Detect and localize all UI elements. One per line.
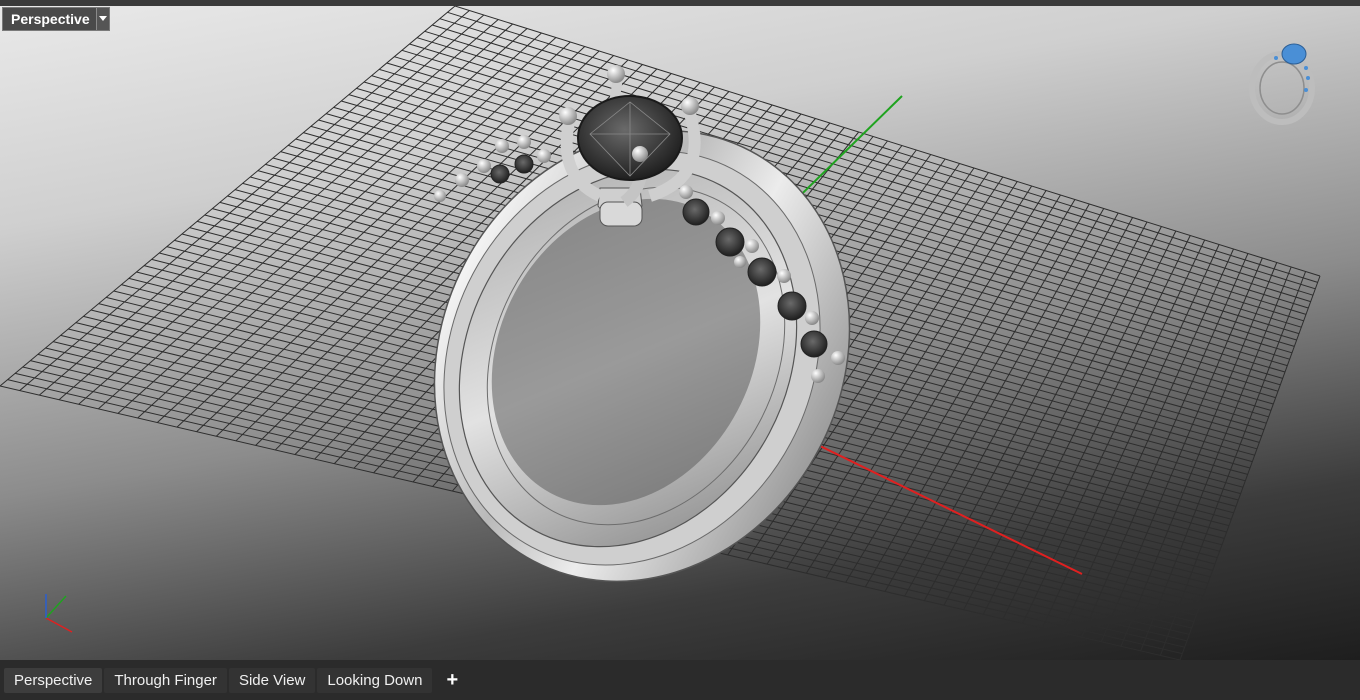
add-tab-button[interactable]: + <box>434 670 470 690</box>
perspective-viewport[interactable]: Perspective <box>0 6 1360 660</box>
tab-looking-down[interactable]: Looking Down <box>317 667 433 693</box>
viewport-scene <box>0 6 1321 660</box>
viewport-title-label[interactable]: Perspective <box>3 8 96 30</box>
caret-down-icon[interactable] <box>95 8 109 30</box>
grid-line <box>1002 235 1191 620</box>
tab-side-view[interactable]: Side View <box>228 667 316 693</box>
viewport-title[interactable]: Perspective <box>2 7 110 31</box>
ring-preview-thumbnail[interactable] <box>1249 43 1315 125</box>
viewport-tab-bar: Perspective Through Finger Side View Loo… <box>0 660 1360 700</box>
world-axes-icon <box>45 594 73 633</box>
tab-perspective[interactable]: Perspective <box>4 667 103 693</box>
tab-through-finger[interactable]: Through Finger <box>104 667 227 693</box>
